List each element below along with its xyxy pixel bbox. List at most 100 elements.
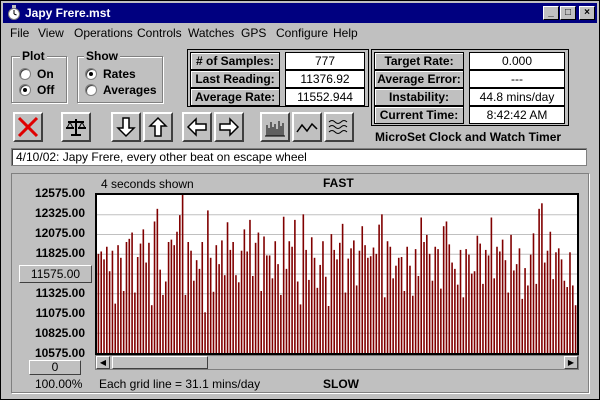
rate-bar bbox=[518, 248, 521, 353]
rate-bar bbox=[313, 257, 316, 353]
rate-bar bbox=[156, 208, 159, 353]
rate-bar bbox=[159, 269, 161, 353]
plot-on-radio[interactable]: On bbox=[19, 67, 54, 81]
rate-bar bbox=[445, 221, 448, 353]
rate-bar bbox=[473, 271, 476, 353]
rate-bar bbox=[507, 292, 510, 353]
rate-bar bbox=[114, 303, 117, 353]
close-button[interactable]: × bbox=[579, 6, 595, 20]
maximize-button[interactable]: □ bbox=[560, 6, 576, 20]
rate-bar bbox=[136, 257, 139, 353]
rate-bar bbox=[207, 210, 209, 353]
rate-bar bbox=[139, 243, 142, 353]
plot-off-radio[interactable]: Off bbox=[19, 83, 54, 97]
rate-bar bbox=[487, 255, 490, 353]
rate-bar bbox=[448, 244, 451, 353]
rate-bar bbox=[381, 214, 383, 353]
bar-graph-button[interactable] bbox=[260, 112, 290, 142]
menu-view[interactable]: View bbox=[38, 26, 64, 40]
rate-bar bbox=[291, 246, 293, 353]
rate-bar bbox=[538, 208, 540, 353]
rate-bar bbox=[524, 268, 526, 353]
window-title: Japy Frere.mst bbox=[25, 6, 111, 20]
rate-bar bbox=[209, 257, 212, 353]
rate-bar bbox=[428, 253, 431, 353]
up-arrow-button[interactable] bbox=[143, 112, 173, 142]
rate-bar bbox=[145, 262, 147, 353]
menu-help[interactable]: Help bbox=[333, 26, 358, 40]
rate-bar bbox=[406, 246, 408, 353]
scroll-left-icon[interactable]: ◀ bbox=[96, 356, 110, 369]
title-bar[interactable]: Japy Frere.mst _ □ × bbox=[3, 3, 597, 23]
offset-button[interactable]: 0 bbox=[29, 360, 81, 375]
show-rates-radio[interactable]: Rates bbox=[85, 67, 136, 81]
center-value-button[interactable]: 11575.00 bbox=[19, 265, 92, 283]
rate-bar bbox=[249, 219, 251, 353]
rate-bar bbox=[190, 250, 192, 353]
show-averages-radio[interactable]: Averages bbox=[85, 83, 157, 97]
rate-bar bbox=[535, 283, 538, 353]
plot-area[interactable] bbox=[95, 193, 579, 355]
rate-bar bbox=[125, 242, 128, 353]
line-graph-button[interactable] bbox=[292, 112, 322, 142]
rate-bar bbox=[288, 241, 291, 353]
down-arrow-button[interactable] bbox=[111, 112, 141, 142]
rate-bar bbox=[496, 246, 498, 353]
samples-value: 777 bbox=[285, 52, 365, 70]
menu-configure[interactable]: Configure bbox=[276, 26, 328, 40]
rate-bar bbox=[451, 262, 453, 353]
rate-bar bbox=[181, 195, 184, 353]
rate-bar bbox=[299, 304, 302, 353]
rate-bar bbox=[504, 260, 507, 353]
rate-bar bbox=[187, 242, 190, 353]
rate-bar bbox=[167, 242, 170, 353]
rate-bar bbox=[462, 297, 465, 353]
menu-operations[interactable]: Operations bbox=[74, 26, 133, 40]
scroll-thumb[interactable] bbox=[112, 356, 208, 369]
left-arrow-button[interactable] bbox=[182, 112, 212, 142]
rate-bar bbox=[274, 241, 277, 353]
average-rate-label: Average Rate: bbox=[190, 88, 280, 106]
comment-field[interactable]: 4/10/02: Japy Frere, every other beat on… bbox=[11, 148, 587, 166]
menu-watches[interactable]: Watches bbox=[188, 26, 234, 40]
rate-bar bbox=[260, 290, 263, 353]
menu-bar: File View Operations Controls Watches GP… bbox=[3, 24, 597, 42]
watch-icon bbox=[8, 5, 20, 20]
stop-button[interactable] bbox=[13, 112, 43, 142]
rate-bar bbox=[420, 217, 423, 353]
radio-button[interactable] bbox=[85, 84, 97, 96]
rate-bar bbox=[364, 245, 366, 353]
radio-button-selected[interactable] bbox=[85, 68, 97, 80]
rate-bar bbox=[319, 264, 321, 353]
rate-bar bbox=[411, 295, 414, 353]
target-rate-label: Target Rate: bbox=[374, 52, 464, 70]
balance-icon bbox=[66, 119, 86, 136]
rate-bar bbox=[251, 275, 254, 353]
rate-bar bbox=[431, 280, 434, 353]
y-tick-label: 12325.00 bbox=[34, 206, 85, 220]
menu-gps[interactable]: GPS bbox=[241, 26, 266, 40]
menu-file[interactable]: File bbox=[10, 26, 29, 40]
minimize-button[interactable]: _ bbox=[543, 6, 559, 20]
horizontal-scrollbar[interactable]: ◀ ▶ bbox=[95, 355, 579, 370]
rate-bar bbox=[347, 258, 350, 353]
rate-bar-chart bbox=[97, 195, 577, 353]
rate-bar bbox=[296, 281, 299, 353]
rate-bar bbox=[142, 229, 145, 353]
radio-button-selected[interactable] bbox=[19, 84, 31, 96]
scroll-right-icon[interactable]: ▶ bbox=[564, 356, 578, 369]
balance-button[interactable] bbox=[61, 112, 91, 142]
menu-controls[interactable]: Controls bbox=[137, 26, 182, 40]
rate-bar bbox=[218, 264, 220, 353]
rate-bar bbox=[128, 238, 131, 353]
rate-bar bbox=[400, 257, 403, 353]
rate-bar bbox=[240, 250, 243, 353]
rate-bar bbox=[465, 249, 467, 353]
rate-bar bbox=[417, 275, 420, 353]
radio-button[interactable] bbox=[19, 68, 31, 80]
rate-bar bbox=[305, 249, 307, 353]
wave-graph-button[interactable] bbox=[324, 112, 354, 142]
right-arrow-button[interactable] bbox=[214, 112, 244, 142]
rate-bar bbox=[549, 231, 552, 353]
seconds-shown-label: 4 seconds shown bbox=[101, 177, 194, 191]
